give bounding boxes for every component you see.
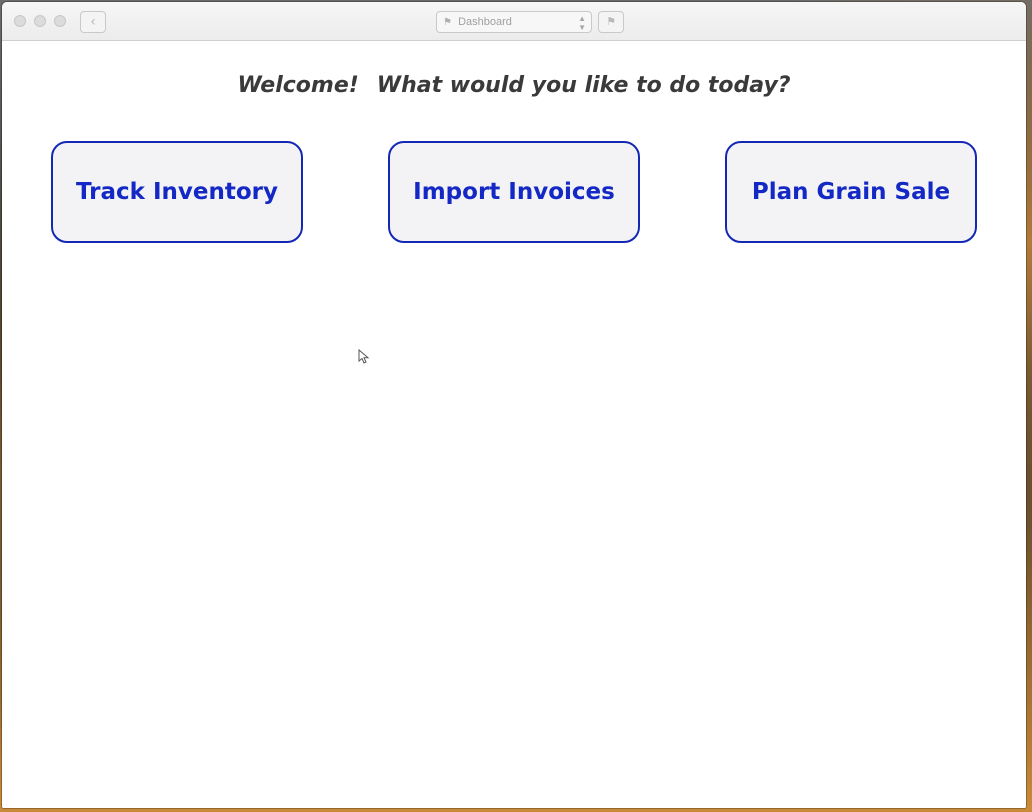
track-inventory-button[interactable]: Track Inventory xyxy=(51,141,303,243)
flag-icon: ⚑ xyxy=(443,17,452,28)
close-window-button[interactable] xyxy=(14,15,26,27)
page-select[interactable]: ⚑ Dashboard ▲ ▼ xyxy=(436,11,592,33)
mouse-pointer-icon xyxy=(358,349,370,364)
page-select-value: Dashboard xyxy=(458,16,512,28)
minimize-window-button[interactable] xyxy=(34,15,46,27)
dashboard-content: Welcome! What would you like to do today?… xyxy=(2,41,1026,808)
welcome-lead: Welcome! xyxy=(237,73,359,98)
zoom-window-button[interactable] xyxy=(54,15,66,27)
plan-grain-sale-button[interactable]: Plan Grain Sale xyxy=(725,141,977,243)
welcome-question: What would you like to do today? xyxy=(376,73,791,98)
title-bar: ‹ ⚑ Dashboard ▲ ▼ ⚑ xyxy=(2,2,1026,41)
flag-icon: ⚑ xyxy=(606,15,616,28)
back-button[interactable]: ‹ xyxy=(80,11,106,33)
import-invoices-button[interactable]: Import Invoices xyxy=(388,141,640,243)
app-window: ‹ ⚑ Dashboard ▲ ▼ ⚑ Welcome! What would yo… xyxy=(2,2,1026,808)
chevron-left-icon: ‹ xyxy=(90,14,96,30)
welcome-heading: Welcome! What would you like to do today? xyxy=(2,73,1026,98)
up-down-arrows-icon: ▲ ▼ xyxy=(578,14,586,32)
flag-button[interactable]: ⚑ xyxy=(598,11,624,33)
